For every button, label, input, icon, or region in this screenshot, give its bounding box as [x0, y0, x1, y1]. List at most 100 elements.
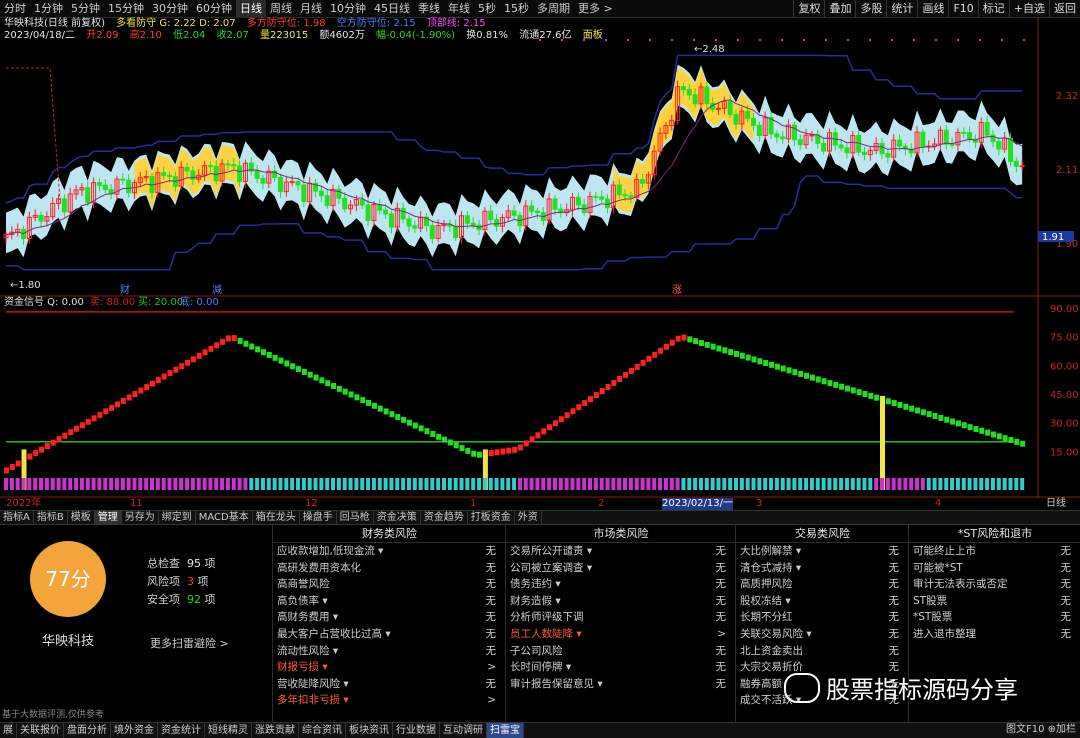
event-tag-0[interactable]: 财 [120, 283, 130, 296]
candle-body [756, 124, 762, 136]
bottom-right[interactable]: 图文F10 ⊕加栏 [1006, 722, 1076, 737]
risk-row[interactable]: 交易所公开谴责 ▾ 无 [506, 543, 736, 560]
indicator-tab-0[interactable]: 指标A [0, 511, 34, 524]
period-tab-11[interactable]: 季线 [414, 0, 444, 17]
risk-row[interactable]: 可能被*ST 无 [909, 560, 1080, 577]
period-tab-0[interactable]: 分时 [0, 0, 30, 17]
kline-chart[interactable]: 2.322.111.901.91←2.48←1.80 财减涨 [0, 17, 1080, 498]
risk-row[interactable]: 多年扣非亏损 ▾ > [273, 692, 506, 709]
risk-row[interactable]: 流动性风险 ▾ 无 [273, 643, 506, 660]
risk-row[interactable]: 高财务费用 ▾ 无 [273, 609, 506, 626]
risk-row[interactable]: 最大客户占营收比过高 ▾ 无 [273, 626, 506, 643]
indicator-tab-11[interactable]: 资金趋势 [421, 511, 468, 524]
period-tab-6[interactable]: 日线 [236, 0, 266, 17]
event-tag-1[interactable]: 减 [212, 284, 222, 296]
bottom-tab-11[interactable]: 扫雷宝 [487, 723, 524, 738]
bottom-tab-2[interactable]: 盘面分析 [64, 723, 111, 738]
strip-cell [967, 478, 972, 490]
indicator-tab-5[interactable]: 绑定到 [159, 511, 196, 524]
osc-mark [325, 380, 331, 387]
risk-row[interactable]: 进入退市整理 无 [909, 626, 1080, 643]
period-tab-5[interactable]: 60分钟 [192, 0, 236, 17]
risk-row[interactable]: 财务造假 ▾ 无 [506, 593, 736, 610]
period-tab-15[interactable]: 多周期 [533, 0, 574, 17]
bottom-tab-9[interactable]: 行业数据 [393, 723, 440, 738]
risk-row[interactable]: 长时间停牌 ▾ 无 [506, 659, 736, 676]
bottom-tab-4[interactable]: 资金统计 [158, 723, 205, 738]
risk-row[interactable]: 应收款增加,低现金流 ▾ 无 [273, 543, 506, 560]
period-tab-14[interactable]: 15秒 [500, 0, 533, 17]
right-menu-item-1[interactable]: 叠加 [824, 0, 855, 17]
risk-row[interactable]: 北上资金卖出 无 [736, 643, 909, 660]
risk-row[interactable]: 关联交易风险 ▾ 无 [736, 626, 909, 643]
bottom-tab-5[interactable]: 短线精灵 [205, 723, 252, 738]
right-menu-item-3[interactable]: 统计 [886, 0, 917, 17]
indicator-tab-8[interactable]: 操盘手 [300, 511, 337, 524]
right-menu-item-5[interactable]: F10 [948, 0, 977, 17]
period-tab-1[interactable]: 1分钟 [30, 0, 67, 17]
indicator-tab-1[interactable]: 指标B [34, 511, 68, 524]
risk-row[interactable]: 公司被立案调查 ▾ 无 [506, 560, 736, 577]
period-tab-2[interactable]: 5分钟 [67, 0, 104, 17]
indicator-tab-10[interactable]: 资金决策 [374, 511, 421, 524]
risk-row[interactable]: 大比例解禁 ▾ 无 [736, 543, 909, 560]
indicator-tab-3[interactable]: 管理 [94, 511, 122, 524]
risk-row[interactable]: 分析师评级下调 无 [506, 609, 736, 626]
right-menu-item-0[interactable]: 复权 [793, 0, 824, 17]
risk-row[interactable]: 财报亏损 ▾ > [273, 659, 506, 676]
osc-mark [144, 384, 150, 391]
period-tab-12[interactable]: 年线 [444, 0, 474, 17]
indicator-tab-4[interactable]: 另存为 [122, 511, 159, 524]
period-tab-8[interactable]: 月线 [296, 0, 326, 17]
risk-row[interactable]: 高负债率 ▾ 无 [273, 593, 506, 610]
quote-board[interactable]: 面板 [579, 29, 607, 42]
bottom-tab-0[interactable]: 展 [0, 723, 17, 738]
right-menu-item-6[interactable]: 标记 [977, 0, 1009, 17]
bottom-tab-3[interactable]: 境外资金 [111, 723, 158, 738]
indicator-tab-2[interactable]: 模板 [68, 511, 95, 524]
bottom-tab-10[interactable]: 互动调研 [440, 723, 487, 738]
period-tab-3[interactable]: 15分钟 [104, 0, 148, 17]
bottom-tab-1[interactable]: 关联报价 [17, 723, 64, 738]
bottom-tab-8[interactable]: 板块资讯 [346, 723, 393, 738]
signal-chart[interactable]: 资金信号 Q: 0.00 卖: 88.00 买: 20.00底: 0.00 90.00… [4, 295, 1079, 490]
risk-row[interactable]: ST股票 无 [909, 593, 1080, 610]
indicator-tab-9[interactable]: 回马枪 [337, 511, 374, 524]
right-menu-item-7[interactable]: +自选 [1008, 0, 1049, 17]
event-tag-2[interactable]: 涨 [672, 284, 682, 296]
period-tab-4[interactable]: 30分钟 [148, 0, 192, 17]
risk-row[interactable]: 审计报告保留意见 ▾ 无 [506, 676, 736, 693]
period-tab-9[interactable]: 10分钟 [326, 0, 370, 17]
risk-row[interactable]: 可能终止上市 无 [909, 543, 1080, 560]
period-tab-16[interactable]: 更多 > [574, 0, 617, 17]
osc-mark [4, 467, 9, 474]
indicator-tab-7[interactable]: 箱在龙头 [253, 511, 300, 524]
risk-row[interactable]: 子公司风险 无 [506, 643, 736, 660]
risk-row[interactable]: 股权冻结 ▾ 无 [736, 593, 909, 610]
risk-row[interactable]: 高研发费用资本化 无 [273, 560, 506, 577]
risk-row[interactable]: 长期不分红 无 [736, 609, 909, 626]
bottom-tab-7[interactable]: 综合资讯 [299, 723, 346, 738]
price-tick-0: 2.32 [1056, 91, 1078, 102]
risk-row[interactable]: 员工人数陡降 ▾ > [506, 626, 736, 643]
more-scan-link[interactable]: 更多扫雷避险 > [150, 635, 229, 651]
risk-row[interactable]: 营收陡降风险 ▾ 无 [273, 676, 506, 693]
strip-cell [167, 478, 172, 490]
period-tab-7[interactable]: 周线 [266, 0, 296, 17]
indicator-tab-6[interactable]: MACD基本 [196, 511, 253, 524]
indicator-tab-12[interactable]: 打板资金 [468, 511, 515, 524]
right-menu-item-8[interactable]: 返回 [1049, 0, 1080, 17]
period-tab-13[interactable]: 5秒 [474, 0, 500, 17]
osc-mark [681, 334, 687, 341]
right-menu-item-4[interactable]: 画线 [917, 0, 948, 17]
right-menu-item-2[interactable]: 多股 [855, 0, 886, 17]
risk-row[interactable]: 高商誉风险 无 [273, 576, 506, 593]
risk-row[interactable]: 审计无法表示或否定 无 [909, 576, 1080, 593]
risk-row[interactable]: 高质押风险 无 [736, 576, 909, 593]
risk-row[interactable]: 债务违约 ▾ 无 [506, 576, 736, 593]
period-tab-10[interactable]: 45日线 [370, 0, 414, 17]
bottom-tab-6[interactable]: 涨跌贡献 [252, 723, 299, 738]
indicator-tab-13[interactable]: 外资 [515, 511, 542, 524]
risk-row[interactable]: 清仓式减持 ▾ 无 [736, 560, 909, 577]
risk-row[interactable]: *ST股票 无 [909, 609, 1080, 626]
